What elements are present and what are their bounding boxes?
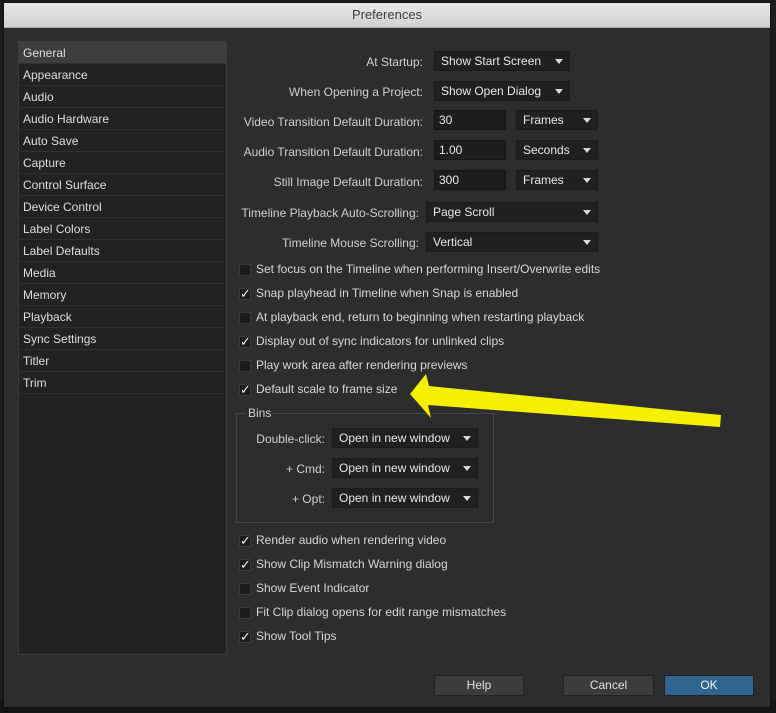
double-click-label: Double-click:: [256, 432, 325, 446]
sidebar-item-control-surface[interactable]: Control Surface: [19, 174, 226, 196]
clip-mismatch-checkbox[interactable]: ✓: [239, 558, 251, 571]
play-work-area-checkbox[interactable]: [239, 360, 251, 372]
still-image-unit-dropdown[interactable]: Frames: [516, 170, 598, 190]
at-startup-label: At Startup:: [366, 55, 423, 69]
video-transition-unit-dropdown[interactable]: Frames: [516, 110, 598, 130]
playback-autoscroll-dropdown[interactable]: Page Scroll: [426, 202, 598, 222]
sidebar-item-audio-hardware[interactable]: Audio Hardware: [19, 108, 226, 130]
still-image-field[interactable]: 300: [434, 170, 506, 190]
playback-end-checkbox[interactable]: [239, 312, 251, 324]
chevron-down-icon: [583, 240, 591, 245]
chevron-down-icon: [463, 466, 471, 471]
render-audio-label: Render audio when rendering video: [256, 533, 447, 547]
focus-timeline-checkbox[interactable]: [239, 264, 251, 276]
snap-playhead-checkbox[interactable]: ✓: [239, 287, 251, 300]
sidebar-item-auto-save[interactable]: Auto Save: [19, 130, 226, 152]
focus-timeline-label: Set focus on the Timeline when performin…: [256, 262, 601, 276]
window-title: Preferences: [4, 3, 770, 28]
cmd-dropdown[interactable]: Open in new window: [332, 458, 478, 478]
out-of-sync-checkbox[interactable]: ✓: [239, 335, 251, 348]
audio-transition-unit: Seconds: [523, 143, 570, 157]
fit-clip-checkbox[interactable]: [239, 607, 251, 619]
sidebar-item-appearance[interactable]: Appearance: [19, 64, 226, 86]
chevron-down-icon: [463, 436, 471, 441]
when-opening-label: When Opening a Project:: [288, 85, 423, 99]
chevron-down-icon: [463, 496, 471, 501]
sidebar-item-titler[interactable]: Titler: [19, 350, 226, 372]
playback-autoscroll-label: Timeline Playback Auto-Scrolling:: [241, 206, 419, 220]
chevron-down-icon: [555, 59, 563, 64]
sidebar-item-audio[interactable]: Audio: [19, 86, 226, 108]
help-button[interactable]: Help: [434, 675, 524, 696]
default-scale-label: Default scale to frame size: [256, 382, 398, 396]
sidebar-item-media[interactable]: Media: [19, 262, 226, 284]
chevron-down-icon: [583, 118, 591, 123]
still-image-label: Still Image Default Duration:: [273, 175, 423, 189]
sidebar-item-label-defaults[interactable]: Label Defaults: [19, 240, 226, 262]
default-scale-checkbox[interactable]: ✓: [239, 383, 251, 396]
mouse-scrolling-label: Timeline Mouse Scrolling:: [282, 236, 419, 250]
sidebar-item-memory[interactable]: Memory: [19, 284, 226, 306]
playback-end-label: At playback end, return to beginning whe…: [256, 310, 585, 324]
video-transition-label: Video Transition Default Duration:: [243, 115, 423, 129]
mouse-scrolling-dropdown[interactable]: Vertical: [426, 232, 598, 252]
opt-label: + Opt:: [291, 492, 325, 506]
event-indicator-label: Show Event Indicator: [256, 581, 370, 595]
fit-clip-label: Fit Clip dialog opens for edit range mis…: [256, 605, 507, 619]
at-startup-value: Show Start Screen: [441, 54, 542, 68]
when-opening-value: Show Open Dialog: [441, 84, 542, 98]
event-indicator-checkbox[interactable]: [239, 583, 251, 595]
play-work-area-label: Play work area after rendering previews: [256, 358, 468, 372]
audio-transition-unit-dropdown[interactable]: Seconds: [516, 140, 598, 160]
snap-playhead-label: Snap playhead in Timeline when Snap is e…: [256, 286, 519, 300]
out-of-sync-label: Display out of sync indicators for unlin…: [256, 334, 505, 348]
chevron-down-icon: [583, 178, 591, 183]
preferences-window: Preferences General Appearance Audio Aud…: [3, 2, 771, 708]
sidebar-item-general[interactable]: General: [19, 42, 226, 64]
opt-value: Open in new window: [339, 491, 450, 505]
still-image-unit: Frames: [523, 173, 564, 187]
chevron-down-icon: [555, 89, 563, 94]
clip-mismatch-label: Show Clip Mismatch Warning dialog: [256, 557, 448, 571]
mouse-scrolling-value: Vertical: [433, 235, 473, 249]
cmd-label: + Cmd:: [285, 462, 325, 476]
ok-button[interactable]: OK: [664, 675, 754, 696]
when-opening-dropdown[interactable]: Show Open Dialog: [434, 81, 570, 101]
sidebar-item-playback[interactable]: Playback: [19, 306, 226, 328]
chevron-down-icon: [583, 148, 591, 153]
chevron-down-icon: [583, 210, 591, 215]
audio-transition-label: Audio Transition Default Duration:: [243, 145, 423, 159]
render-audio-checkbox[interactable]: ✓: [239, 534, 251, 547]
audio-transition-field[interactable]: 1.00: [434, 140, 506, 160]
video-transition-field[interactable]: 30: [434, 110, 506, 130]
at-startup-dropdown[interactable]: Show Start Screen: [434, 51, 570, 71]
sidebar-item-sync-settings[interactable]: Sync Settings: [19, 328, 226, 350]
bins-title: Bins: [246, 406, 274, 420]
double-click-dropdown[interactable]: Open in new window: [332, 428, 478, 448]
category-list: General Appearance Audio Audio Hardware …: [18, 41, 227, 655]
playback-autoscroll-value: Page Scroll: [433, 205, 495, 219]
tool-tips-checkbox[interactable]: ✓: [239, 630, 251, 643]
cancel-button[interactable]: Cancel: [563, 675, 654, 696]
cmd-value: Open in new window: [339, 461, 450, 475]
sidebar-item-capture[interactable]: Capture: [19, 152, 226, 174]
tool-tips-label: Show Tool Tips: [256, 629, 337, 643]
video-transition-unit: Frames: [523, 113, 564, 127]
opt-dropdown[interactable]: Open in new window: [332, 488, 478, 508]
sidebar-item-label-colors[interactable]: Label Colors: [19, 218, 226, 240]
sidebar-item-trim[interactable]: Trim: [19, 372, 226, 394]
double-click-value: Open in new window: [339, 431, 450, 445]
sidebar-item-device-control[interactable]: Device Control: [19, 196, 226, 218]
